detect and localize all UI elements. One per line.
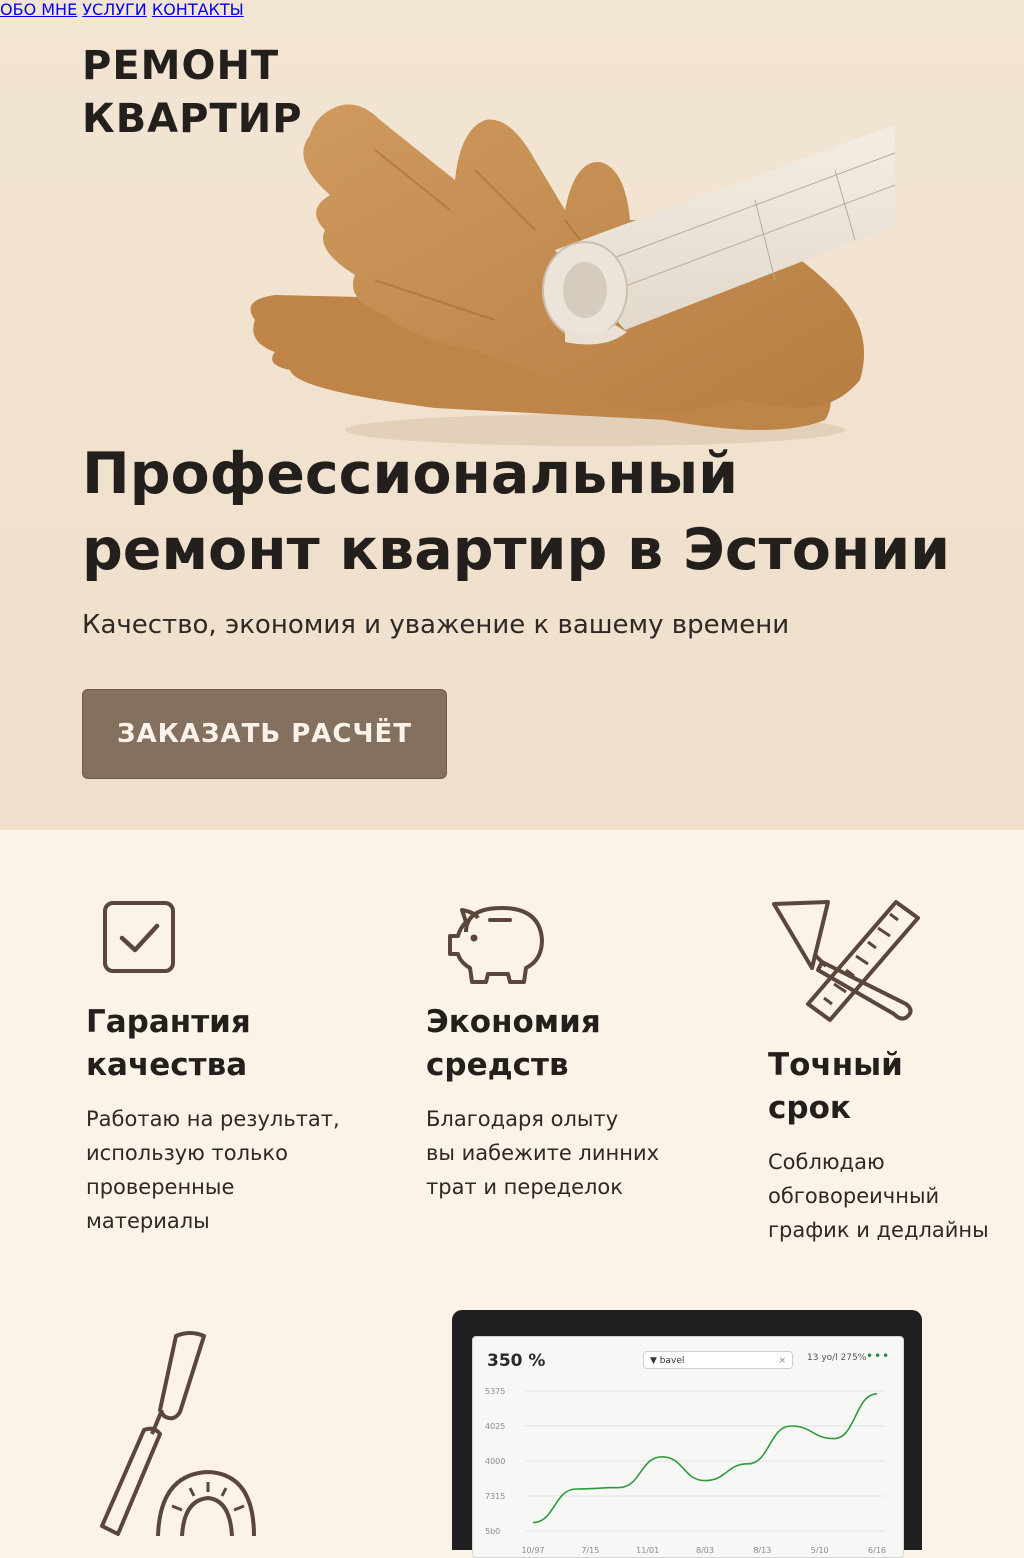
y-tick-label: 4000	[485, 1457, 505, 1466]
nav-services[interactable]: УСЛУГИ	[82, 0, 146, 19]
feature-title-quality: Гарантия качества	[86, 1004, 251, 1083]
feature-title-deadline: Точный срок	[768, 1047, 903, 1126]
main-nav: ОБО МНЕ УСЛУГИ КОНТАКТЫ	[0, 0, 1024, 19]
laptop-dashboard: 350 % ▼ bavel × 13 yo/l 275% ••• 5375 402…	[452, 1310, 922, 1558]
feature-desc-deadline: Соблюдаю обговореичный график и дедлайны	[768, 1150, 989, 1242]
y-tick-label: 4025	[485, 1422, 505, 1431]
nav-contacts[interactable]: КОНТАКТЫ	[152, 0, 244, 19]
more-menu-icon[interactable]: •••	[866, 1349, 890, 1363]
x-tick-label: 7/15	[581, 1546, 599, 1555]
x-tick-label: 8/03	[696, 1546, 714, 1555]
x-tick-label: 8/13	[753, 1546, 771, 1555]
hero-section: РЕМОНТ КВАРТИР ОБО МНЕ УСЛУГИ КОНТАКТЫ П…	[0, 0, 1024, 830]
dashboard-screen: 350 % ▼ bavel × 13 yo/l 275% ••• 5375 402…	[472, 1336, 904, 1558]
piggy-bank-icon	[448, 906, 544, 984]
checkbox-icon	[103, 901, 175, 973]
y-tick-label: 7315	[485, 1492, 505, 1501]
feature-desc-savings: Благодаря олыту вы иабежите линних трат …	[426, 1107, 660, 1199]
order-estimate-button[interactable]: ЗАКАЗАТЬ РАСЧЁТ	[82, 689, 447, 779]
filter-input[interactable]: ▼ bavel ×	[643, 1351, 793, 1369]
x-tick-label: 6/16	[868, 1546, 886, 1555]
nav-about[interactable]: ОБО МНЕ	[0, 0, 77, 19]
close-icon[interactable]: ×	[778, 1352, 786, 1370]
hero-title: Профессиональный ремонт квартир в Эстони…	[82, 441, 951, 583]
trowel-ruler-icon	[772, 900, 920, 1022]
gloves-blueprint-image	[250, 104, 895, 446]
y-tick-label: 5375	[485, 1387, 505, 1396]
feature-desc-quality: Работаю на результат, использую только п…	[86, 1107, 340, 1233]
x-tick-label: 10/97	[521, 1546, 544, 1555]
y-tick-label: 5b0	[485, 1527, 500, 1536]
filter-value: ▼ bavel	[650, 1356, 685, 1366]
x-tick-label: 5/10	[811, 1546, 829, 1555]
series-line	[532, 1393, 878, 1524]
date-range: 13 yo/l 275%	[807, 1353, 867, 1363]
hero-subtitle: Качество, экономия и уважение к вашему в…	[82, 610, 790, 640]
line-chart: 5375 4025 4000 7315 5b0 10/97 7/15 11/01 8/03 8/1…	[485, 1387, 886, 1555]
feature-title-savings: Экономия средств	[426, 1004, 601, 1083]
trowel-protractor-icon	[100, 1331, 256, 1536]
x-tick-label: 11/01	[636, 1546, 659, 1555]
kpi-value: 350 %	[487, 1351, 546, 1371]
